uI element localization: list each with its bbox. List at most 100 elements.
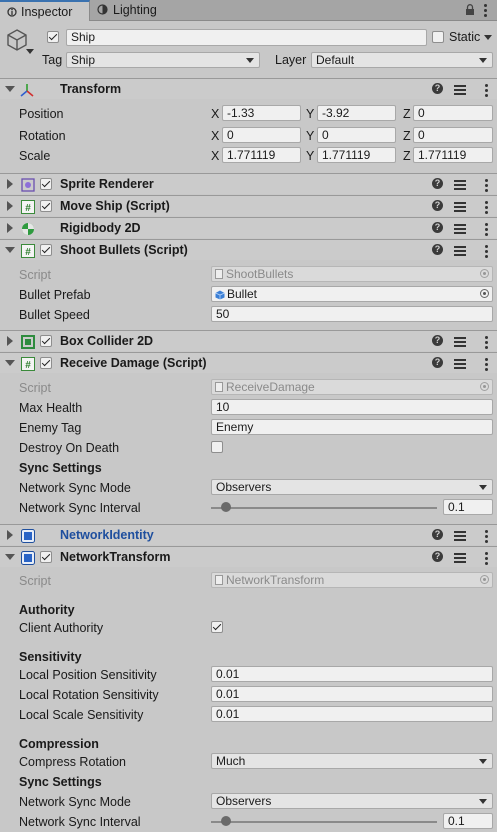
preset-icon[interactable] xyxy=(454,222,466,234)
rotation-x-label[interactable]: X xyxy=(211,129,219,143)
help-icon[interactable]: ? xyxy=(432,551,443,562)
component-header-network-identity[interactable]: NetworkIdentity ? xyxy=(0,524,497,545)
rotation-z-label[interactable]: Z xyxy=(403,129,411,143)
bullet-speed-field[interactable]: 50 xyxy=(211,306,493,322)
component-header-receive-damage[interactable]: # Receive Damage (Script) ? xyxy=(0,352,497,373)
layer-dropdown[interactable]: Default xyxy=(311,52,493,68)
sprite-renderer-enabled-checkbox[interactable] xyxy=(40,178,52,190)
context-menu-icon[interactable] xyxy=(485,84,488,99)
component-header-sprite-renderer[interactable]: Sprite Renderer ? xyxy=(0,173,497,194)
tag-dropdown[interactable]: Ship xyxy=(66,52,260,68)
damage-sync-interval-slider-handle[interactable] xyxy=(221,502,231,512)
preset-icon[interactable] xyxy=(454,83,466,95)
shoot-bullets-enabled-checkbox[interactable] xyxy=(40,244,52,256)
position-x-label[interactable]: X xyxy=(211,107,219,121)
fold-closed-icon[interactable] xyxy=(7,223,13,233)
scale-y-label[interactable]: Y xyxy=(306,149,314,163)
local-position-sensitivity-field[interactable]: 0.01 xyxy=(211,666,493,682)
local-scale-sensitivity-field[interactable]: 0.01 xyxy=(211,706,493,722)
static-checkbox[interactable] xyxy=(432,31,444,43)
fold-open-icon[interactable] xyxy=(5,86,15,92)
fold-open-icon[interactable] xyxy=(5,247,15,253)
context-menu-icon[interactable] xyxy=(485,179,488,194)
static-dropdown-icon[interactable] xyxy=(484,35,492,40)
context-menu-icon[interactable] xyxy=(485,245,488,260)
fold-closed-icon[interactable] xyxy=(7,336,13,346)
box-collider-icon xyxy=(21,335,35,349)
position-y-field[interactable]: -3.92 xyxy=(317,105,396,121)
max-health-field[interactable]: 10 xyxy=(211,399,493,415)
fold-open-icon[interactable] xyxy=(5,360,15,366)
help-icon[interactable]: ? xyxy=(432,83,443,94)
component-header-network-transform[interactable]: NetworkTransform ? xyxy=(0,546,497,567)
damage-sync-mode-dropdown[interactable]: Observers xyxy=(211,479,493,495)
destroy-on-death-checkbox[interactable] xyxy=(211,441,223,453)
ntransform-sync-mode-dropdown[interactable]: Observers xyxy=(211,793,493,809)
rotation-z-field[interactable]: 0 xyxy=(413,127,493,143)
rotation-y-field[interactable]: 0 xyxy=(317,127,396,143)
help-icon[interactable]: ? xyxy=(432,335,443,346)
help-icon[interactable]: ? xyxy=(432,357,443,368)
ntransform-sync-interval-field[interactable]: 0.1 xyxy=(443,813,493,829)
name-field[interactable]: Ship xyxy=(66,29,427,46)
position-z-field[interactable]: 0 xyxy=(413,105,493,121)
rotation-y-label[interactable]: Y xyxy=(306,129,314,143)
context-menu-icon[interactable] xyxy=(485,336,488,351)
client-authority-checkbox[interactable] xyxy=(211,621,223,633)
rotation-x-field[interactable]: 0 xyxy=(222,127,301,143)
receive-damage-enabled-checkbox[interactable] xyxy=(40,357,52,369)
context-menu-icon[interactable] xyxy=(485,201,488,216)
fold-closed-icon[interactable] xyxy=(7,179,13,189)
position-z-label[interactable]: Z xyxy=(403,107,411,121)
scale-z-field[interactable]: 1.771119 xyxy=(413,147,493,163)
position-x-field[interactable]: -1.33 xyxy=(222,105,301,121)
preset-icon[interactable] xyxy=(454,178,466,190)
scale-y-field[interactable]: 1.771119 xyxy=(317,147,396,163)
component-header-transform[interactable]: Transform ? xyxy=(0,78,497,99)
bullet-prefab-field[interactable]: Bullet xyxy=(211,286,493,302)
enemy-tag-field[interactable]: Enemy xyxy=(211,419,493,435)
tab-lighting[interactable]: Lighting xyxy=(91,0,171,21)
preset-icon[interactable] xyxy=(454,529,466,541)
help-icon[interactable]: ? xyxy=(432,200,443,211)
position-y-label[interactable]: Y xyxy=(306,107,314,121)
preset-icon[interactable] xyxy=(454,551,466,563)
tab-inspector[interactable]: Inspector xyxy=(0,0,90,21)
lock-icon[interactable] xyxy=(465,4,475,19)
compress-rotation-dropdown[interactable]: Much xyxy=(211,753,493,769)
active-checkbox[interactable] xyxy=(47,31,59,43)
local-rotation-sensitivity-field[interactable]: 0.01 xyxy=(211,686,493,702)
preset-icon[interactable] xyxy=(454,200,466,212)
scale-z-label[interactable]: Z xyxy=(403,149,411,163)
ntransform-sync-interval-slider[interactable] xyxy=(211,821,437,823)
network-transform-enabled-checkbox[interactable] xyxy=(40,551,52,563)
fold-closed-icon[interactable] xyxy=(7,530,13,540)
help-icon[interactable]: ? xyxy=(432,178,443,189)
ntransform-sync-interval-slider-handle[interactable] xyxy=(221,816,231,826)
component-header-shoot-bullets[interactable]: # Shoot Bullets (Script) ? xyxy=(0,239,497,260)
context-menu-icon[interactable] xyxy=(485,358,488,373)
context-menu-icon[interactable] xyxy=(485,223,488,238)
context-menu-icon[interactable] xyxy=(485,552,488,567)
fold-open-icon[interactable] xyxy=(5,554,15,560)
fold-closed-icon[interactable] xyxy=(7,201,13,211)
component-header-box-collider-2d[interactable]: Box Collider 2D ? xyxy=(0,330,497,351)
tab-menu-icon[interactable] xyxy=(484,4,487,19)
help-icon[interactable]: ? xyxy=(432,244,443,255)
help-icon[interactable]: ? xyxy=(432,529,443,540)
damage-sync-interval-slider[interactable] xyxy=(211,507,437,509)
component-header-rigidbody-2d[interactable]: Rigidbody 2D ? xyxy=(0,217,497,238)
help-icon[interactable]: ? xyxy=(432,222,443,233)
component-header-move-ship[interactable]: # Move Ship (Script) ? xyxy=(0,195,497,216)
preset-icon[interactable] xyxy=(454,335,466,347)
preset-icon[interactable] xyxy=(454,244,466,256)
damage-sync-interval-field[interactable]: 0.1 xyxy=(443,499,493,515)
context-menu-icon[interactable] xyxy=(485,530,488,545)
move-ship-enabled-checkbox[interactable] xyxy=(40,200,52,212)
gameobject-icon-dropdown[interactable] xyxy=(26,49,34,54)
scale-x-field[interactable]: 1.771119 xyxy=(222,147,301,163)
scale-x-label[interactable]: X xyxy=(211,149,219,163)
box-collider-enabled-checkbox[interactable] xyxy=(40,335,52,347)
preset-icon[interactable] xyxy=(454,357,466,369)
object-picker-icon[interactable] xyxy=(480,289,489,298)
